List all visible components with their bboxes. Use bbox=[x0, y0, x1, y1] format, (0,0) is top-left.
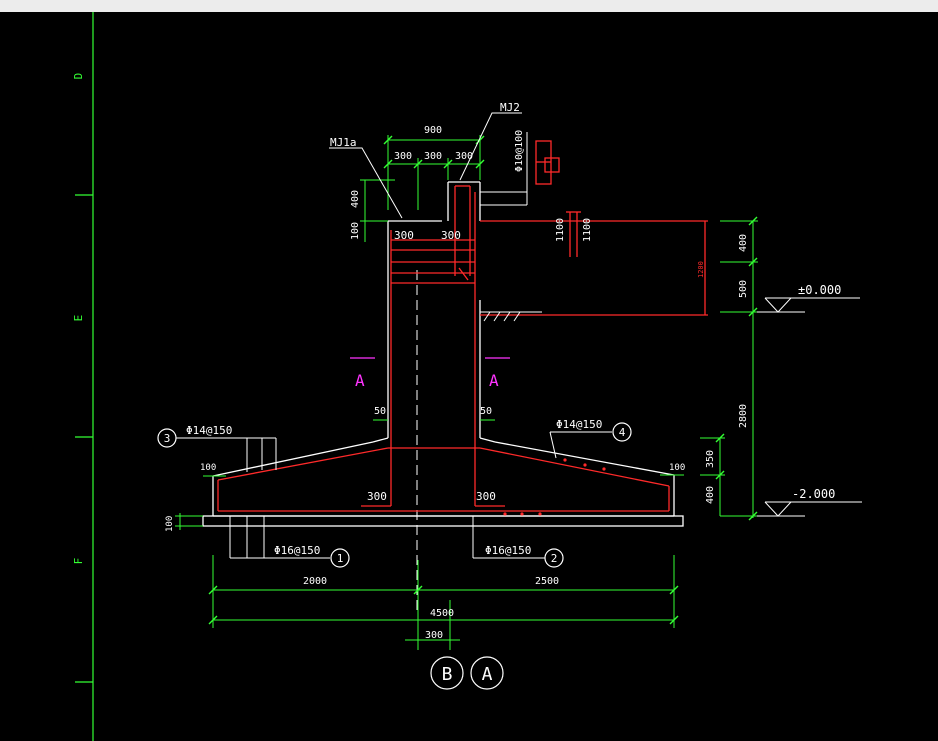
dim-1100-b: 1100 bbox=[582, 218, 593, 242]
section-label-left: A bbox=[355, 371, 365, 390]
dim-50-right: 50 bbox=[480, 406, 492, 417]
dim-100-bed: 100 bbox=[165, 516, 175, 532]
dim-50-left: 50 bbox=[374, 406, 386, 417]
axis-label-b: B bbox=[442, 664, 453, 685]
window-titlebar bbox=[0, 0, 938, 12]
label-mj2: MJ2 bbox=[500, 101, 520, 114]
ruler-label-d: D bbox=[72, 73, 85, 80]
dim-1100-a: 1100 bbox=[555, 218, 566, 242]
dim-300-a: 300 bbox=[394, 151, 412, 162]
dim-2500: 2500 bbox=[535, 576, 559, 587]
rebar-3-label: Φ14@150 bbox=[186, 424, 232, 437]
label-mj1a: MJ1a bbox=[330, 136, 357, 149]
base-300-right: 300 bbox=[476, 490, 496, 503]
vertical-axis-ruler bbox=[75, 12, 94, 741]
ruler-label-f: F bbox=[72, 558, 85, 565]
dim-2800: 2800 bbox=[738, 404, 749, 428]
dim-100-r: 100 bbox=[669, 463, 685, 473]
rebar-4-label: Φ14@150 bbox=[556, 418, 602, 431]
callout-1: 1 bbox=[337, 552, 344, 565]
callout-4: 4 bbox=[619, 426, 626, 439]
dim-100-left: 100 bbox=[350, 222, 361, 240]
dim-350: 350 bbox=[705, 450, 716, 468]
level-neg: -2.000 bbox=[792, 487, 835, 501]
callout-3: 3 bbox=[164, 432, 171, 445]
dim-4500: 4500 bbox=[430, 608, 454, 619]
callout-circles bbox=[157, 422, 632, 690]
callout-2: 2 bbox=[551, 552, 558, 565]
dim-900: 900 bbox=[424, 125, 442, 136]
rebar-dots bbox=[503, 458, 606, 516]
level-zero: ±0.000 bbox=[798, 283, 841, 297]
reinforcement bbox=[217, 140, 708, 512]
rebar-2-label: Φ16@150 bbox=[485, 544, 531, 557]
dim-300-axis: 300 bbox=[425, 630, 443, 641]
base-300-left: 300 bbox=[367, 490, 387, 503]
dim-1200-red: 1200 bbox=[697, 261, 705, 278]
rebar-top-label: Φ10@100 bbox=[514, 130, 525, 172]
ground-hatch bbox=[480, 311, 542, 322]
ruler-label-e: E bbox=[72, 315, 85, 322]
section-label-right: A bbox=[489, 371, 499, 390]
level-markers bbox=[757, 297, 862, 517]
dimension-lines bbox=[175, 135, 758, 650]
dim-300-b: 300 bbox=[424, 151, 442, 162]
cad-drawing-canvas[interactable]: D E F MJ1a MJ2 900 300 300 300 Φ10@100 4… bbox=[0, 12, 938, 741]
col-300-left: 300 bbox=[394, 229, 414, 242]
axis-label-a: A bbox=[482, 664, 493, 685]
dim-500-right: 500 bbox=[738, 280, 749, 298]
col-300-right: 300 bbox=[441, 229, 461, 242]
rebar-1-label: Φ16@150 bbox=[274, 544, 320, 557]
dim-400-left: 400 bbox=[350, 190, 361, 208]
dim-100-l: 100 bbox=[200, 463, 216, 473]
dim-2000: 2000 bbox=[303, 576, 327, 587]
dim-300-c: 300 bbox=[455, 151, 473, 162]
dim-400-low: 400 bbox=[705, 486, 716, 504]
dim-400-right: 400 bbox=[738, 234, 749, 252]
